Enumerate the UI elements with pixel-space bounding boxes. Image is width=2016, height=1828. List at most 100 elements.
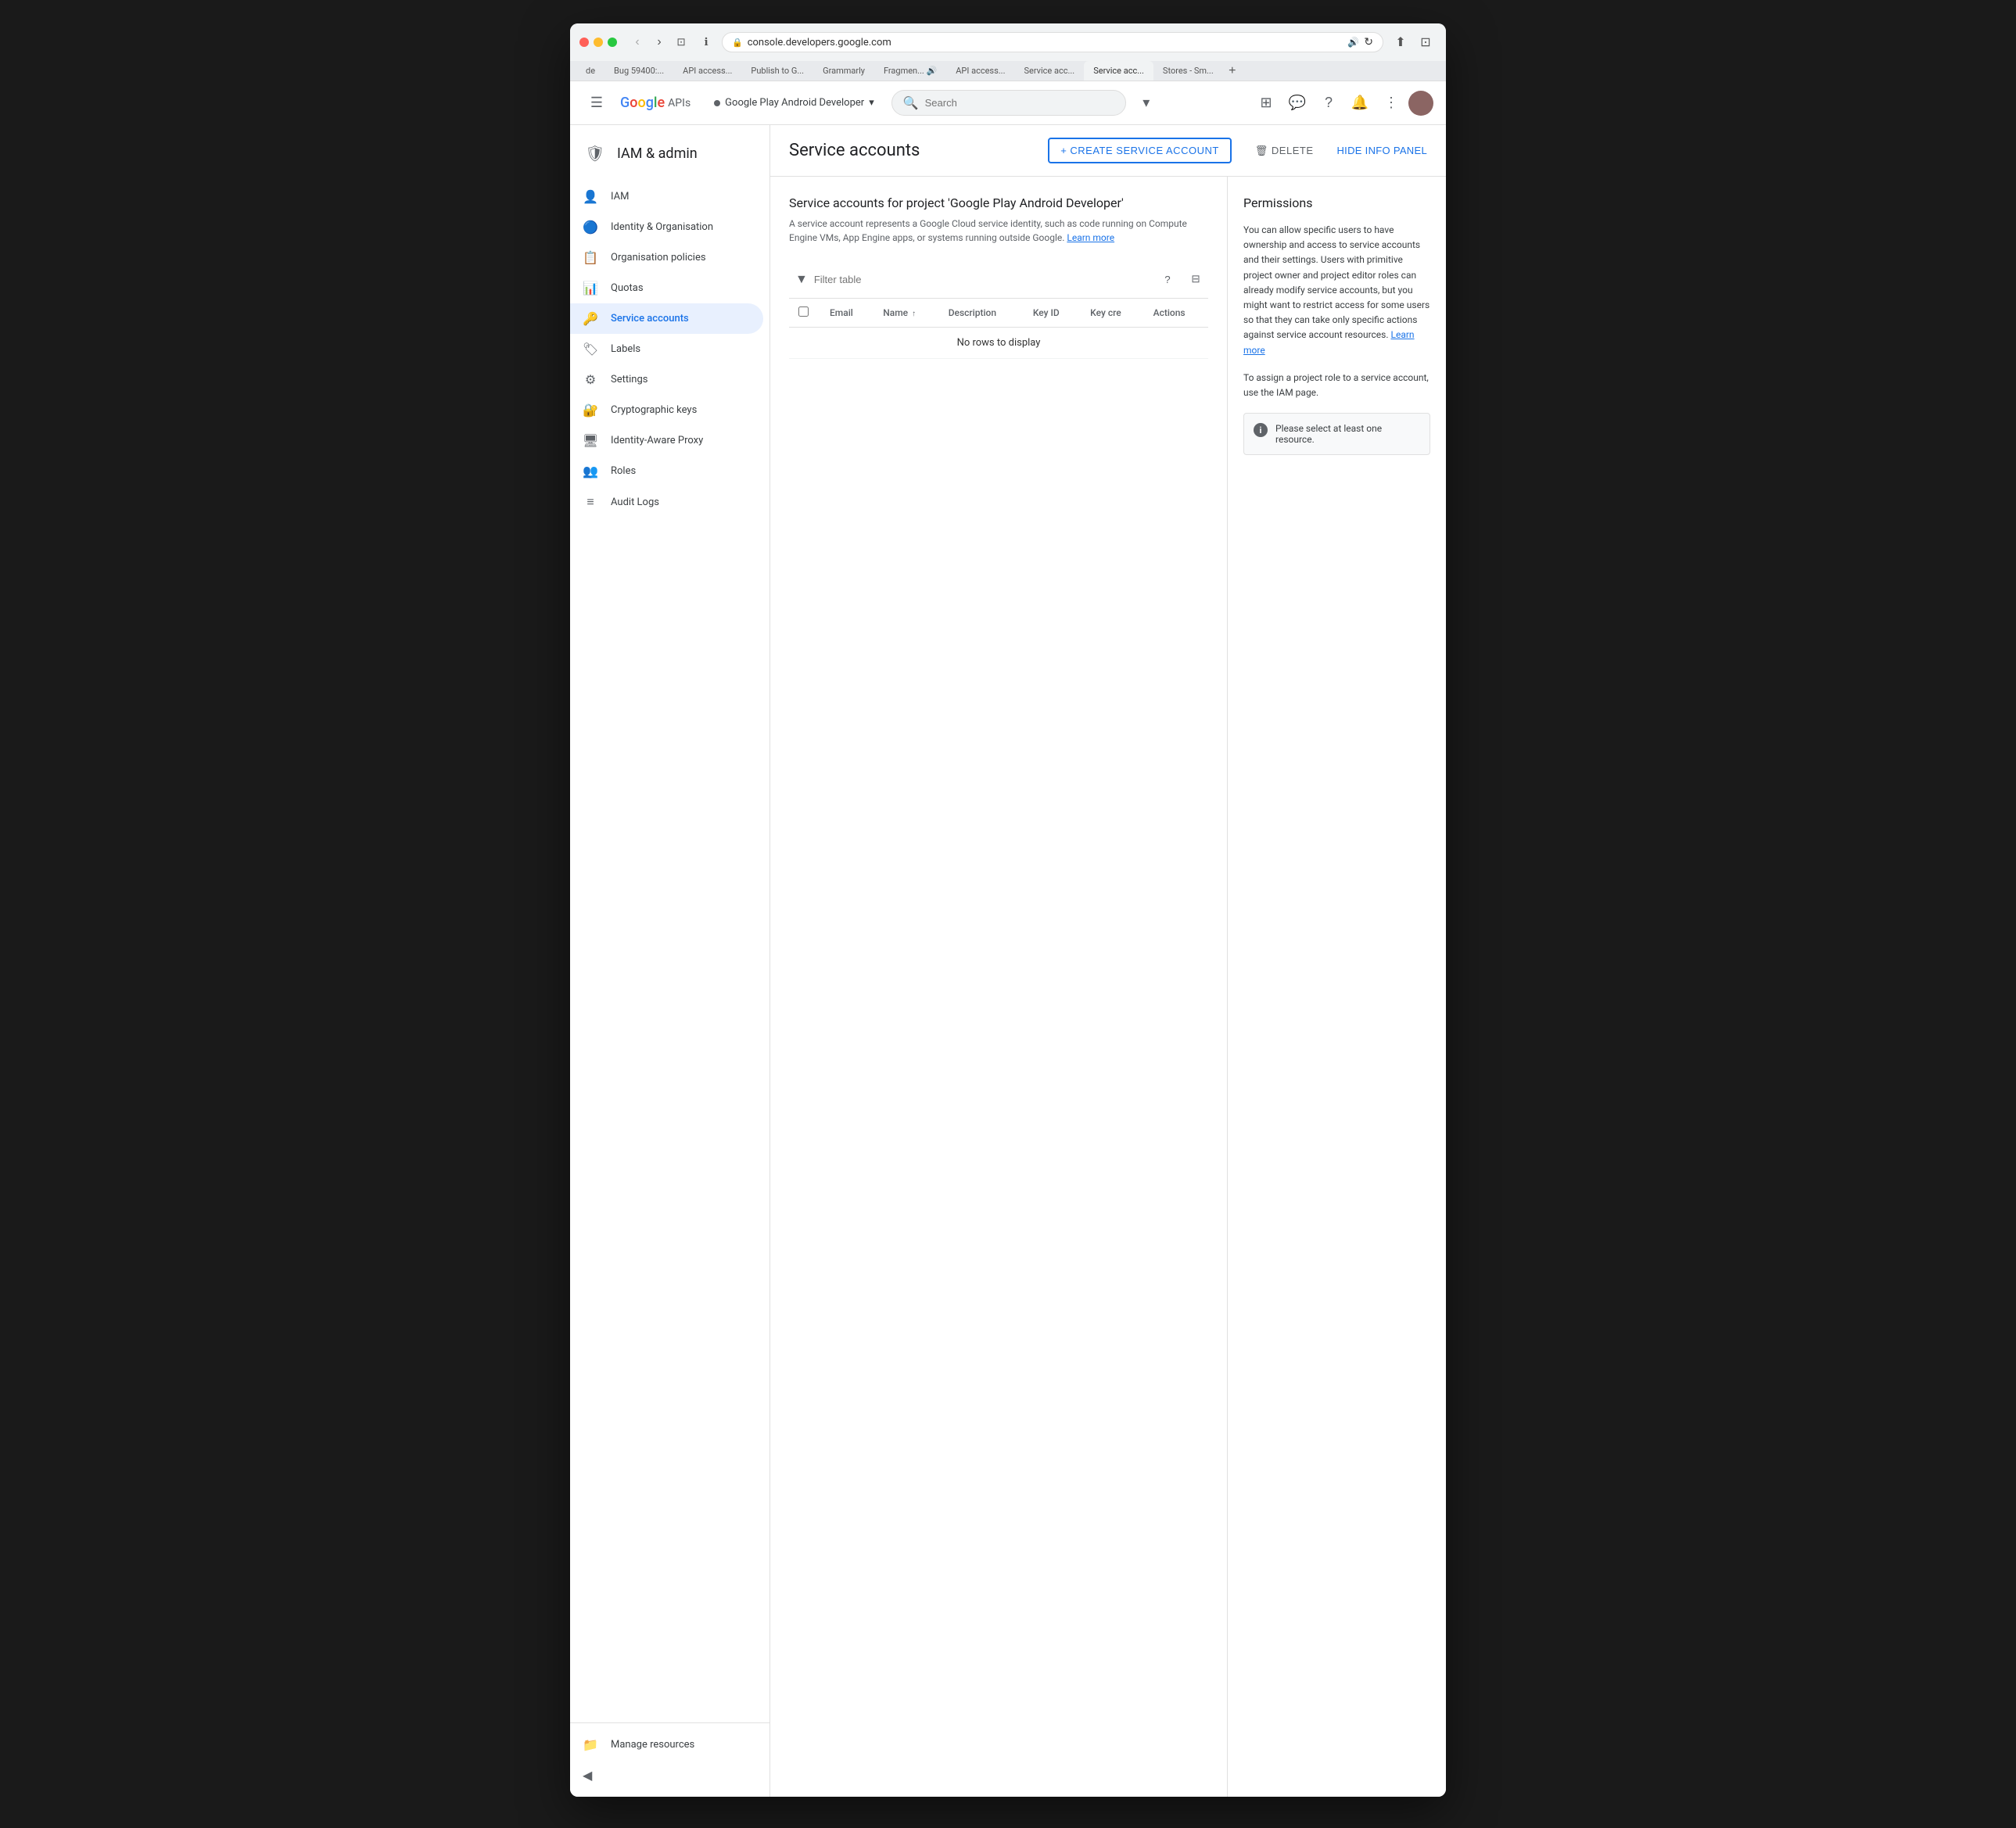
sidebar-collapse-button[interactable]: ◀ [570,1760,769,1790]
tab-label: Grammarly [823,66,865,76]
browser-tabs: de Bug 59400:... API access... Publish t… [570,61,1446,81]
tab-label: Service acc... [1024,66,1074,76]
project-selector[interactable]: Google Play Android Developer ▾ [706,92,882,113]
tab-service1[interactable]: Service acc... [1014,61,1084,81]
select-all-checkbox[interactable] [798,306,809,317]
close-window-button[interactable] [579,38,589,47]
sidebar-item-org-policies[interactable]: 📋 Organisation policies [570,242,763,273]
project-dot-icon [714,100,720,106]
email-column-header: Email [820,299,873,328]
minimize-window-button[interactable] [594,38,603,47]
filter-input[interactable] [814,274,1149,285]
support-icon-button[interactable]: 💬 [1283,89,1311,117]
section-desc-text: A service account represents a Google Cl… [789,218,1187,243]
search-input[interactable] [925,97,1114,109]
iam-icon: 👤 [583,189,598,204]
info-panel-title: Permissions [1243,195,1430,210]
section-heading: Service accounts for project 'Google Pla… [789,195,1208,210]
sidebar-header: 🛡 IAM & admin [570,131,769,175]
columns-button[interactable]: ⊟ [1183,267,1208,292]
tab-api1[interactable]: API access... [673,61,741,81]
nav-buttons: ‹ › ⊡ [628,33,691,52]
sidebar-item-iam[interactable]: 👤 IAM [570,181,763,212]
manage-resources-icon: 📁 [583,1737,598,1752]
share-button[interactable]: ⬆ [1390,31,1412,53]
tab-grammarly[interactable]: Grammarly [813,61,874,81]
tab-label: Bug 59400:... [614,66,664,76]
tab-bug[interactable]: Bug 59400:... [604,61,673,81]
service-accounts-body: Service accounts for project 'Google Pla… [770,177,1446,1797]
sidebar-item-label: Identity & Organisation [611,221,713,233]
delete-btn-label: 🗑 DELETE [1255,145,1314,157]
grid-icon-button[interactable]: ⊞ [1252,89,1280,117]
search-input-wrapper[interactable]: 🔍 [891,90,1126,116]
info-button[interactable]: ℹ [697,33,716,52]
sidebar-item-label: Cryptographic keys [611,404,697,416]
sidebar: 🛡 IAM & admin 👤 IAM 🔵 Identity & Organis… [570,125,770,1797]
sidebar-item-label: Quotas [611,282,644,294]
notifications-icon-button[interactable]: 🔔 [1346,89,1374,117]
sidebar-item-audit-logs[interactable]: ≡ Audit Logs [570,486,763,518]
learn-more-link[interactable]: Learn more [1067,232,1114,243]
data-table: Email Name ↑ Description Key ID Key cre … [789,299,1208,359]
tab-label: Publish to G... [751,66,804,76]
address-bar[interactable]: 🔒 console.developers.google.com 🔊 ↻ [722,32,1383,52]
iam-shield-icon: 🛡 [583,141,608,166]
labels-icon: 🏷 [583,342,598,357]
tab-fragment[interactable]: Fragmen... 🔊 [874,61,946,81]
search-dropdown-button[interactable]: ▾ [1132,89,1160,117]
google-apis-logo: Google APIs [620,95,691,111]
reload-icon[interactable]: ↻ [1364,36,1373,48]
sidebar-item-quotas[interactable]: 📊 Quotas [570,273,763,303]
tab-publish[interactable]: Publish to G... [741,61,813,81]
help-table-button[interactable]: ? [1155,267,1180,292]
no-rows-text: No rows to display [957,337,1041,349]
sidebar-item-label: Roles [611,465,636,477]
table-toolbar: ▼ ? ⊟ [789,260,1208,299]
sidebar-item-label: Service accounts [611,313,689,324]
new-tab-button[interactable]: ⊡ [1415,31,1437,53]
section-desc: A service account represents a Google Cl… [789,217,1208,245]
sidebar-title: IAM & admin [617,145,698,162]
browser-window: ‹ › ⊡ ℹ 🔒 console.developers.google.com … [570,23,1446,1797]
info-notice: i Please select at least one resource. [1243,413,1430,455]
app-layout: ☰ Google APIs Google Play Android Develo… [570,81,1446,1797]
sidebar-item-manage-resources[interactable]: 📁 Manage resources [570,1729,769,1760]
collapse-icon: ◀ [583,1768,592,1783]
back-button[interactable]: ‹ [628,33,647,52]
tab-label: Fragmen... 🔊 [884,66,937,76]
sidebar-item-roles[interactable]: 👥 Roles [570,456,763,486]
hamburger-menu-button[interactable]: ☰ [583,89,611,117]
info-notice-icon: i [1254,423,1268,437]
forward-button[interactable]: › [650,33,669,52]
name-column-header[interactable]: Name ↑ [873,299,938,328]
main-content: 🛡 IAM & admin 👤 IAM 🔵 Identity & Organis… [570,125,1446,1797]
sidebar-item-service-accounts[interactable]: 🔑 Service accounts [570,303,763,334]
filter-icon: ▼ [795,271,808,287]
dropdown-icon: ▾ [869,97,874,109]
help-icon-button[interactable]: ? [1315,89,1343,117]
sidebar-nav: 👤 IAM 🔵 Identity & Organisation 📋 Organi… [570,181,769,1722]
tab-api2[interactable]: API access... [946,61,1014,81]
maximize-window-button[interactable] [608,38,617,47]
toolbar-icons: ⬆ ⊡ [1390,31,1437,53]
create-service-account-button[interactable]: + CREATE SERVICE ACCOUNT [1048,138,1232,163]
info-panel: Permissions You can allow specific users… [1227,177,1446,1797]
sidebar-item-identity-proxy[interactable]: 🖥 Identity-Aware Proxy [570,425,763,456]
more-options-button[interactable]: ⋮ [1377,89,1405,117]
sidebar-item-labels[interactable]: 🏷 Labels [570,334,763,364]
sidebar-item-settings[interactable]: ⚙ Settings [570,364,763,395]
sidebar-bottom: 📁 Manage resources ◀ [570,1722,769,1797]
hide-info-panel-button[interactable]: HIDE INFO PANEL [1336,145,1427,156]
sidebar-item-identity[interactable]: 🔵 Identity & Organisation [570,212,763,242]
tab-de[interactable]: de [576,61,604,81]
sidebar-item-label: Organisation policies [611,252,706,263]
tab-stores[interactable]: Stores - Sm... [1153,61,1223,81]
identity-icon: 🔵 [583,220,598,235]
add-tab-button[interactable]: + [1223,62,1242,81]
tab-overview-button[interactable]: ⊡ [672,33,691,52]
delete-button[interactable]: 🗑 DELETE [1244,139,1325,163]
tab-service2[interactable]: Service acc... [1084,61,1153,81]
user-avatar[interactable] [1408,91,1433,116]
sidebar-item-crypto-keys[interactable]: 🔐 Cryptographic keys [570,395,763,425]
